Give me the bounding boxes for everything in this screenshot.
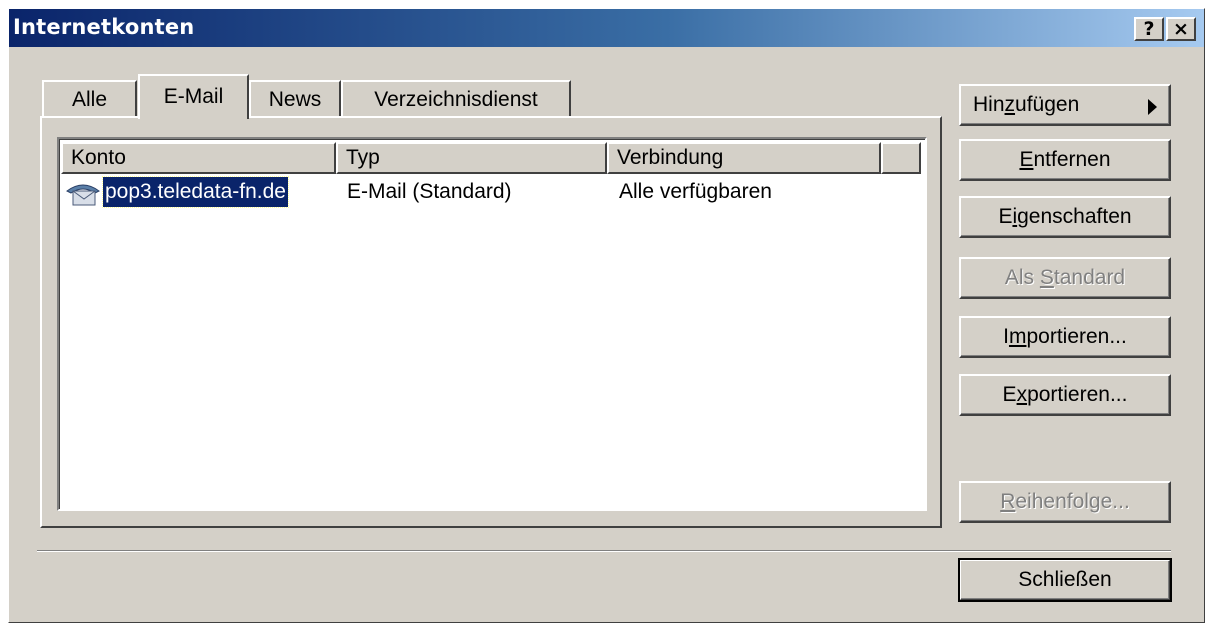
set-default-button-label-pre: Als — [1004, 266, 1040, 289]
window-title: Internetkonten — [13, 15, 195, 39]
export-button-accesskey: x — [1016, 383, 1028, 406]
export-button[interactable]: Exportieren... — [959, 374, 1171, 416]
order-button-accesskey: R — [1000, 490, 1016, 513]
import-button-label-post: portieren... — [1026, 325, 1127, 348]
separator-line — [37, 550, 1171, 552]
add-button-label-post: ufügen — [1015, 93, 1080, 116]
properties-button-label-post: genschaften — [1017, 205, 1132, 228]
import-button-accesskey: m — [1008, 325, 1027, 348]
remove-button[interactable]: Entfernen — [959, 139, 1171, 181]
remove-button-label-post: ntfernen — [1033, 148, 1111, 171]
submenu-arrow-icon — [1148, 99, 1157, 115]
accounts-list[interactable]: Konto Typ Verbindung pop3.teledata-fn.de… — [57, 137, 927, 511]
set-default-button-accesskey: S — [1039, 266, 1054, 289]
close-button[interactable]: Schließen — [958, 558, 1172, 602]
account-connection-cell: Alle verfügbaren — [619, 180, 772, 203]
set-default-button[interactable]: Als Standard — [959, 257, 1171, 299]
set-default-button-label-post: tandard — [1053, 266, 1126, 289]
add-button-label-pre: Hin — [973, 93, 1005, 116]
close-icon[interactable]: × — [1166, 17, 1196, 41]
properties-button-label-pre: E — [998, 205, 1013, 228]
tab-verzeichnisdienst[interactable]: Verzeichnisdienst — [341, 80, 571, 116]
tab-alle[interactable]: Alle — [42, 80, 137, 116]
tab-email[interactable]: E-Mail — [138, 74, 249, 119]
column-header-verbindung[interactable]: Verbindung — [607, 142, 881, 174]
account-name-cell[interactable]: pop3.teledata-fn.de — [102, 176, 289, 208]
help-button[interactable]: ? — [1134, 17, 1164, 41]
title-bar[interactable]: Internetkonten ? × — [9, 9, 1204, 47]
mail-account-icon — [65, 179, 101, 207]
remove-button-accesskey: E — [1019, 148, 1034, 171]
order-button[interactable]: Reihenfolge... — [959, 481, 1171, 523]
internet-accounts-dialog: Internetkonten ? × Alle E-Mail News Verz… — [8, 8, 1205, 623]
tab-news[interactable]: News — [249, 80, 341, 116]
order-button-label-post: eihenfolge... — [1015, 490, 1130, 513]
column-header-typ[interactable]: Typ — [336, 142, 607, 174]
column-header-empty — [881, 142, 921, 174]
column-header-konto[interactable]: Konto — [61, 142, 336, 174]
import-button[interactable]: Importieren... — [959, 316, 1171, 358]
account-type-cell: E-Mail (Standard) — [347, 180, 512, 203]
export-button-label-pre: E — [1002, 383, 1017, 406]
export-button-label-post: portieren... — [1027, 383, 1128, 406]
add-button-accesskey: z — [1004, 93, 1016, 116]
add-button[interactable]: Hinzufügen — [959, 84, 1171, 126]
properties-button[interactable]: Eigenschaften — [959, 196, 1171, 238]
